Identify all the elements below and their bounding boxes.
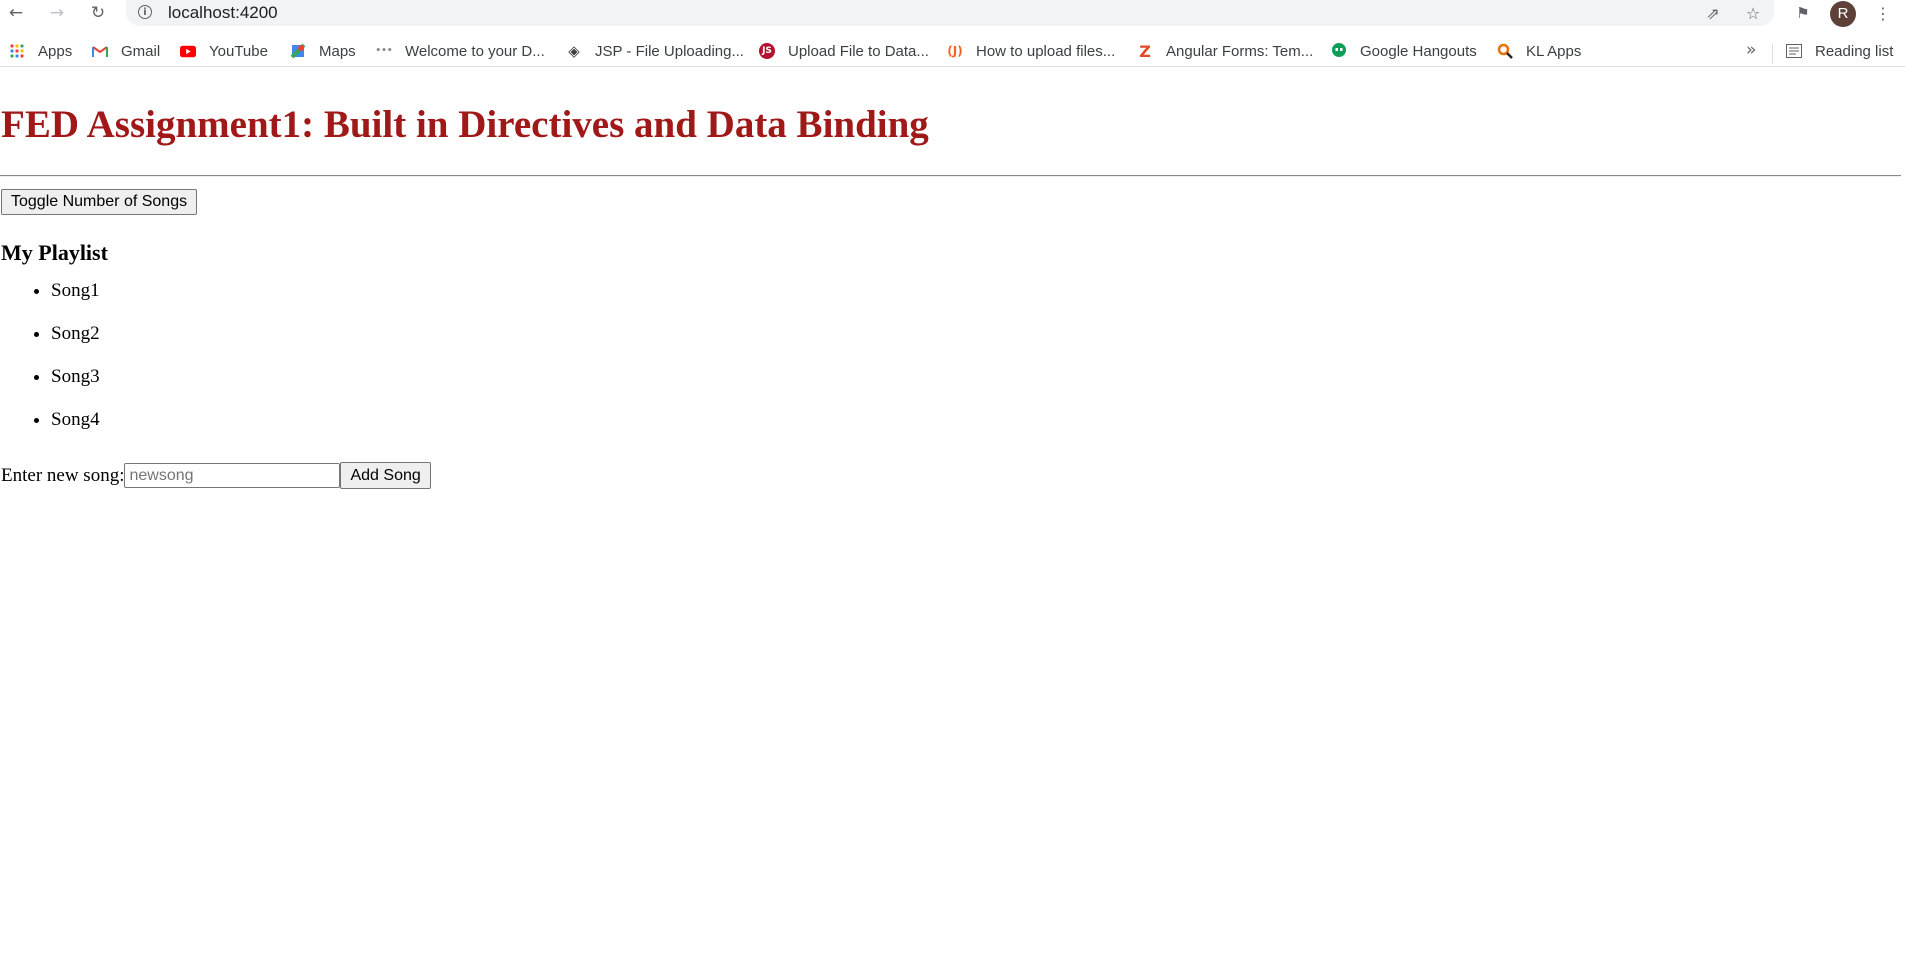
apps-grid-icon: [9, 43, 25, 59]
bookmark-label: Maps: [319, 42, 356, 60]
bookmark-label: YouTube: [209, 42, 268, 60]
bookmark-youtube[interactable]: YouTube: [180, 40, 268, 62]
reading-list-label: Reading list: [1815, 42, 1894, 60]
star-icon[interactable]: ☆: [1742, 2, 1764, 24]
red-circle-favicon-icon: JS: [759, 43, 775, 59]
bookmark-label: How to upload files...: [976, 42, 1116, 60]
profile-avatar[interactable]: R: [1830, 1, 1856, 27]
extensions-icon[interactable]: ⚑: [1792, 2, 1814, 24]
address-url[interactable]: localhost:4200: [168, 3, 278, 23]
back-arrow-icon[interactable]: ←: [5, 2, 27, 24]
song-item: Song3: [51, 366, 100, 409]
bookmark-jsp[interactable]: ◈ JSP - File Uploading...: [566, 40, 744, 62]
bookmark-label: Apps: [38, 42, 73, 60]
add-song-button[interactable]: Add Song: [340, 462, 431, 489]
maps-icon: [290, 43, 306, 59]
page-title: FED Assignment1: Built in Directives and…: [1, 103, 929, 146]
bookmark-label: JSP - File Uploading...: [595, 42, 744, 60]
bookmark-label: Gmail: [121, 42, 161, 60]
gmail-icon: [92, 43, 108, 59]
bookmark-label: Angular Forms: Tem...: [1166, 42, 1314, 60]
reading-list-icon: [1786, 43, 1802, 59]
more-bookmarks-chevron-icon[interactable]: »: [1746, 40, 1756, 60]
diamond-favicon-icon: ◈: [568, 42, 580, 60]
bookmarks-divider: [1772, 44, 1773, 64]
bookmark-angular-forms[interactable]: Z Angular Forms: Tem...: [1137, 40, 1313, 62]
bookmark-apps[interactable]: Apps: [9, 40, 72, 62]
share-icon[interactable]: ⇗: [1702, 2, 1724, 24]
new-song-input[interactable]: [124, 463, 341, 488]
bookmarks-bar: Apps Gmail YouTube Maps ••• Welcome to y…: [0, 36, 1905, 67]
bookmark-gmail[interactable]: Gmail: [92, 40, 160, 62]
song-item: Song2: [51, 323, 100, 366]
bookmark-welcome[interactable]: ••• Welcome to your D...: [375, 40, 545, 62]
bookmark-label: Upload File to Data...: [788, 42, 929, 60]
site-favicon-icon: •••: [375, 46, 393, 56]
bookmark-label: KL Apps: [1526, 42, 1582, 60]
youtube-icon: [180, 43, 196, 59]
reading-list-button[interactable]: Reading list: [1786, 40, 1893, 62]
bookmark-google-hangouts[interactable]: Google Hangouts: [1331, 40, 1477, 62]
z-favicon-icon: Z: [1139, 41, 1151, 61]
hangouts-icon: [1331, 43, 1347, 59]
bookmark-maps[interactable]: Maps: [290, 40, 356, 62]
bookmark-upload-file[interactable]: JS Upload File to Data...: [759, 40, 929, 62]
search-favicon-icon: [1497, 43, 1513, 59]
song-item: Song1: [51, 280, 100, 323]
playlist-heading: My Playlist: [1, 240, 108, 265]
bookmark-label: Welcome to your D...: [405, 42, 545, 60]
title-divider: [0, 175, 1901, 177]
menu-kebab-icon[interactable]: ⋮: [1872, 2, 1894, 24]
new-song-label: Enter new song:: [1, 464, 125, 486]
j-favicon-icon: (J): [947, 44, 963, 58]
address-bar[interactable]: i localhost:4200: [126, 0, 1774, 26]
new-song-form: Enter new song: Add Song: [1, 462, 431, 489]
song-item: Song4: [51, 409, 100, 452]
browser-toolbar: ← → ↻ i localhost:4200 ⇗ ☆ ⚑ R ⋮: [0, 0, 1905, 27]
site-info-icon[interactable]: i: [138, 5, 152, 19]
reload-icon[interactable]: ↻: [87, 2, 109, 24]
forward-arrow-icon[interactable]: →: [46, 2, 68, 24]
bookmark-label: Google Hangouts: [1360, 42, 1477, 60]
song-list: Song1 Song2 Song3 Song4: [0, 280, 100, 452]
toggle-songs-button[interactable]: Toggle Number of Songs: [1, 189, 198, 215]
bookmark-kl-apps[interactable]: KL Apps: [1497, 40, 1581, 62]
bookmark-how-to-upload[interactable]: (J) How to upload files...: [947, 40, 1115, 62]
